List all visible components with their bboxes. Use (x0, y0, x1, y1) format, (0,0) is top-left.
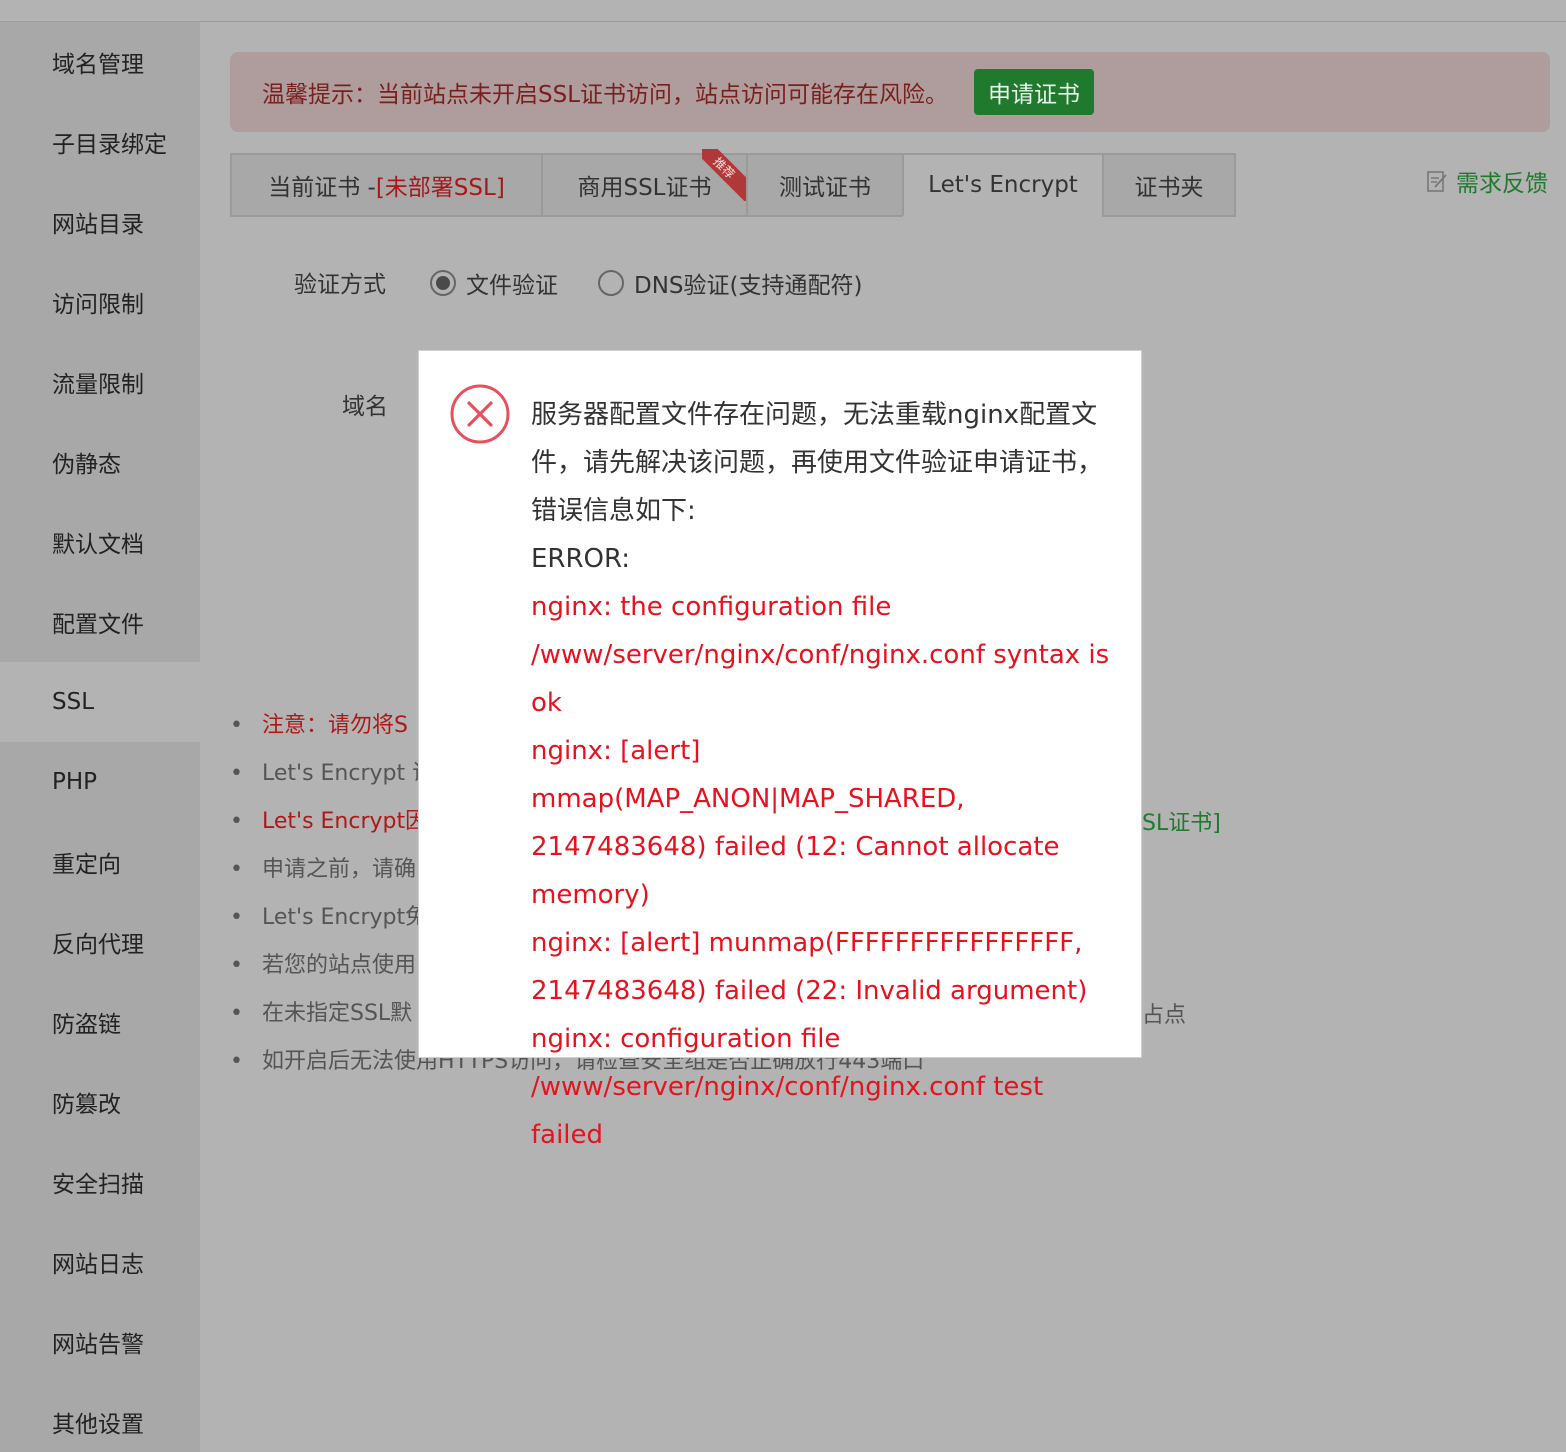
sidebar-item-label: 配置文件 (52, 612, 144, 638)
domain-label: 域名 (342, 394, 388, 420)
sidebar-item-label: SSL (52, 689, 95, 715)
error-line: nginx: the configuration file /www/serve… (531, 592, 1110, 718)
sidebar-item-tamper[interactable]: 防篡改 (0, 1062, 200, 1142)
error-dialog: 服务器配置文件存在问题，无法重载nginx配置文件，请先解决该问题，再使用文件验… (418, 350, 1142, 1150)
error-message: 服务器配置文件存在问题，无法重载nginx配置文件，请先解决该问题，再使用文件验… (531, 391, 1111, 1159)
tab-current-status: [未部署SSL] (375, 175, 505, 201)
sidebar-item-label: 子目录绑定 (52, 132, 167, 158)
error-line: nginx: [alert] mmap(MAP_ANON|MAP_SHARED,… (531, 736, 1060, 910)
sidebar-item-label: 网站目录 (52, 212, 144, 238)
feedback-text: 需求反馈 (1456, 171, 1548, 197)
sidebar-item-label: 反向代理 (52, 932, 144, 958)
sidebar-item-access-limit[interactable]: 访问限制 (0, 262, 200, 342)
dns-verify-label[interactable]: DNS验证(支持通配符) (634, 266, 862, 300)
ssl-tabs: 当前证书 - [未部署SSL] 商用SSL证书 推荐 测试证书 Let's En… (230, 149, 1236, 217)
sidebar-item-label: 安全扫描 (52, 1172, 144, 1198)
sidebar-item-label: 网站日志 (52, 1252, 144, 1278)
edit-icon (1427, 171, 1447, 192)
error-line: nginx: [alert] munmap(FFFFFFFFFFFFFFFF, … (531, 928, 1088, 1006)
sidebar-item-label: 防盗链 (52, 1012, 121, 1038)
sidebar-item-config[interactable]: 配置文件 (0, 582, 200, 662)
sidebar-item-redirect[interactable]: 重定向 (0, 822, 200, 902)
sidebar-item-traffic-limit[interactable]: 流量限制 (0, 342, 200, 422)
sidebar-item-default-doc[interactable]: 默认文档 (0, 502, 200, 582)
tab-folder-label: 证书夹 (1134, 175, 1204, 201)
sidebar-item-hotlink[interactable]: 防盗链 (0, 982, 200, 1062)
ssl-cert-link[interactable]: SL证书] (1142, 805, 1221, 837)
sidebar-item-label: 流量限制 (52, 372, 144, 398)
tab-commercial-ssl[interactable]: 商用SSL证书 推荐 (541, 149, 754, 217)
sidebar-item-reverse-proxy[interactable]: 反向代理 (0, 902, 200, 982)
sidebar-item-site-dir[interactable]: 网站目录 (0, 182, 200, 262)
error-header: ERROR: (531, 544, 631, 574)
sidebar-item-php[interactable]: PHP (0, 742, 200, 822)
sidebar-item-label: 其他设置 (52, 1412, 144, 1438)
tab-commercial-label: 商用SSL证书 (577, 175, 712, 201)
tab-letsencrypt[interactable]: Let's Encrypt (902, 153, 1102, 217)
sidebar-item-domain[interactable]: 域名管理 (0, 22, 200, 102)
ssl-warning-alert: 温馨提示：当前站点未开启SSL证书访问，站点访问可能存在风险。 申请证书 (230, 52, 1550, 132)
sidebar-item-site-alert[interactable]: 网站告警 (0, 1302, 200, 1382)
tab-letsencrypt-label: Let's Encrypt (928, 172, 1078, 198)
sidebar-item-label: 访问限制 (52, 292, 144, 318)
sidebar-item-other[interactable]: 其他设置 (0, 1382, 200, 1452)
sidebar: 域名管理 子目录绑定 网站目录 访问限制 流量限制 伪静态 默认文档 配置文件 … (0, 22, 200, 1452)
feedback-link[interactable]: 需求反馈 (1426, 164, 1548, 198)
sidebar-item-label: 重定向 (52, 852, 121, 878)
sidebar-item-subdir[interactable]: 子目录绑定 (0, 102, 200, 182)
sidebar-item-label: PHP (52, 769, 98, 795)
dns-verify-radio[interactable] (598, 270, 624, 296)
file-verify-radio[interactable] (430, 270, 456, 296)
tab-cert-folder[interactable]: 证书夹 (1102, 153, 1236, 217)
top-bar (0, 0, 1566, 22)
sidebar-item-label: 伪静态 (52, 452, 121, 478)
apply-cert-button[interactable]: 申请证书 (974, 69, 1095, 115)
tab-test-label: 测试证书 (779, 175, 871, 201)
sidebar-item-security-scan[interactable]: 安全扫描 (0, 1142, 200, 1222)
verify-method-radios: 文件验证 DNS验证(支持通配符) (430, 266, 902, 300)
tab-current-cert[interactable]: 当前证书 - [未部署SSL] (230, 153, 541, 217)
sidebar-item-ssl[interactable]: SSL (0, 662, 200, 742)
sidebar-item-site-log[interactable]: 网站日志 (0, 1222, 200, 1302)
alert-text: 温馨提示：当前站点未开启SSL证书访问，站点访问可能存在风险。 (262, 82, 949, 108)
sidebar-item-label: 域名管理 (52, 52, 144, 78)
tab-test-cert[interactable]: 测试证书 (746, 153, 902, 217)
verify-method-label: 验证方式 (294, 272, 386, 298)
sidebar-item-label: 防篡改 (52, 1092, 121, 1118)
file-verify-label[interactable]: 文件验证 (466, 266, 558, 300)
sidebar-item-label: 网站告警 (52, 1332, 144, 1358)
error-line: nginx: configuration file /www/server/ng… (531, 1024, 1044, 1150)
sidebar-item-label: 默认文档 (52, 532, 144, 558)
error-summary: 服务器配置文件存在问题，无法重载nginx配置文件，请先解决该问题，再使用文件验… (531, 400, 1104, 526)
error-x-icon (450, 384, 510, 444)
sidebar-item-rewrite[interactable]: 伪静态 (0, 422, 200, 502)
note-tail-text: 占点 (1142, 1003, 1187, 1028)
tab-current-prefix: 当前证书 - (268, 175, 376, 201)
